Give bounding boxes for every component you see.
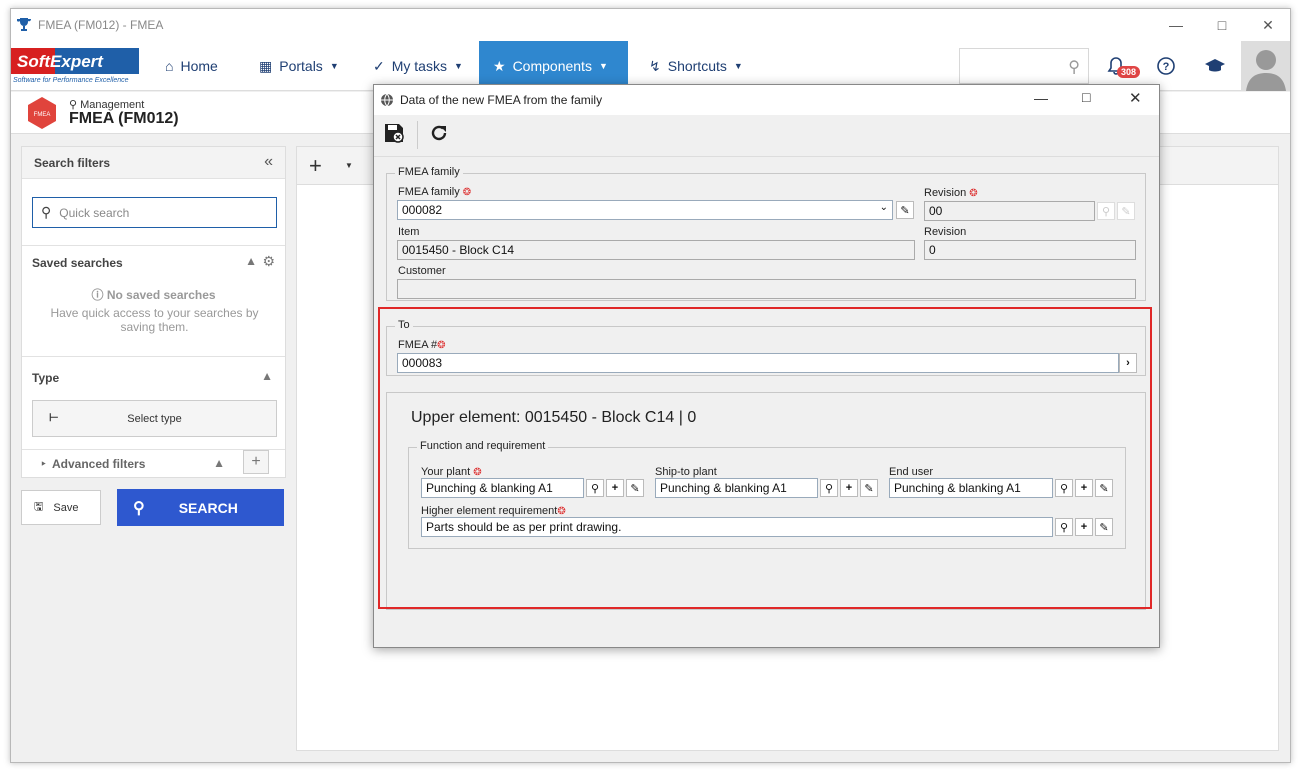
trophy-icon: ★ [493, 57, 506, 74]
save-and-close-icon[interactable] [383, 122, 405, 144]
dialog-titlebar: Data of the new FMEA from the family — □… [374, 85, 1159, 115]
info-icon: ⓘ [91, 288, 104, 302]
bolt-icon: ↯ [649, 57, 661, 74]
broom-icon[interactable]: ▲ [213, 456, 225, 470]
svg-text:FMEA: FMEA [34, 112, 51, 118]
avatar[interactable] [1241, 41, 1290, 91]
graduation-cap-icon[interactable] [1202, 53, 1228, 79]
dialog-toolbar [374, 115, 1159, 157]
chevron-down-icon: ⌄ [879, 202, 888, 213]
clear-brush-icon: ✎ [1117, 202, 1135, 220]
add-icon[interactable]: + [309, 153, 322, 179]
close-button[interactable]: ✕ [1245, 9, 1290, 41]
save-search-button[interactable]: 🖫 Save [21, 490, 101, 525]
search-icon: ⚲ [1097, 202, 1115, 220]
search-icon: ⚲ [1068, 59, 1080, 76]
item-revision-label: Revision [924, 226, 967, 238]
logo-brand-text: SoftExpert [17, 52, 104, 71]
search-filters-panel: Search filters « ⚲ Quick search Saved sea… [21, 146, 286, 478]
clear-brush-icon[interactable]: ✎ [896, 201, 914, 219]
quick-search-input[interactable]: ⚲ Quick search [32, 197, 277, 228]
window-title: FMEA (FM012) - FMEA [38, 18, 164, 32]
gear-icon[interactable]: ⚙ [262, 253, 275, 270]
nav-portals[interactable]: ▦ Portals ▼ [245, 41, 353, 91]
revision-label: Revision [924, 187, 967, 199]
item-revision-field[interactable]: 0 [924, 240, 1136, 260]
item-label: Item [398, 226, 420, 238]
advanced-filters-label: Advanced filters [52, 457, 146, 471]
grid-icon: ▦ [259, 57, 273, 74]
caret-down-icon: ▼ [733, 61, 743, 71]
app-window: FMEA (FM012) - FMEA — □ ✕ SoftExpert Sof… [10, 8, 1291, 763]
refresh-icon[interactable] [429, 123, 449, 143]
minimize-button[interactable]: — [1153, 9, 1199, 41]
caret-down-icon: ▼ [329, 61, 339, 71]
page-title: FMEA (FM012) [69, 110, 179, 127]
svg-text:?: ? [1163, 61, 1170, 73]
toolbar-divider [417, 121, 418, 149]
chevron-right-icon: ‣ [40, 457, 48, 471]
search-button[interactable]: ⚲ SEARCH [117, 489, 284, 526]
collapse-icon[interactable]: « [264, 153, 273, 171]
dialog-maximize-button[interactable]: □ [1082, 89, 1090, 105]
check-icon: ✓ [373, 57, 385, 74]
no-saved-searches-text: No saved searches [106, 288, 216, 302]
select-type-button[interactable]: ⊢ Select type [32, 400, 277, 437]
item-field[interactable]: 0015450 - Block C14 [397, 240, 915, 260]
caret-down-icon[interactable]: ▼ [345, 161, 353, 170]
add-filter-button[interactable]: + [243, 450, 269, 474]
help-icon[interactable]: ? [1153, 53, 1179, 79]
saved-searches-label: Saved searches [32, 256, 123, 270]
fmea-icon: FMEA [28, 97, 56, 129]
caret-down-icon: ▼ [598, 61, 608, 71]
logo-tagline: Software for Performance Excellence [13, 77, 129, 84]
no-saved-hint: Have quick access to your searches by sa… [50, 306, 259, 334]
maximize-button[interactable]: □ [1199, 9, 1245, 41]
nav-home[interactable]: ⌂ Home [151, 41, 232, 91]
trophy-icon [17, 18, 32, 31]
filters-title: Search filters [34, 156, 111, 170]
notifications-badge: 308 [1117, 66, 1141, 78]
saved-searches-section: Saved searches ▲ ⚙ ⓘ No saved searches H… [22, 245, 285, 357]
dialog-minimize-button[interactable]: — [1034, 90, 1048, 106]
required-icon: ❂ [462, 187, 472, 198]
broom-icon[interactable]: ▲ [261, 369, 273, 383]
filters-header: Search filters « [22, 147, 285, 179]
highlight-box [378, 307, 1152, 609]
tree-icon: ⊢ [49, 412, 59, 424]
dialog-title: Data of the new FMEA from the family [400, 93, 603, 107]
window-titlebar: FMEA (FM012) - FMEA — □ ✕ [11, 9, 1290, 41]
top-search-input[interactable]: ⚲ [959, 48, 1089, 84]
customer-label: Customer [398, 265, 446, 277]
broom-icon[interactable]: ▲ [245, 254, 257, 268]
fmea-family-fieldset: FMEA family FMEA family ❂ 000082 ⌄ ✎ Revi… [386, 166, 1146, 301]
required-icon: ❂ [969, 188, 978, 199]
customer-field[interactable] [397, 279, 1136, 299]
type-label: Type [32, 371, 60, 385]
fmea-family-select[interactable]: 000082 ⌄ [397, 200, 893, 220]
globe-icon [381, 93, 393, 107]
fmea-family-label: FMEA family [398, 186, 460, 198]
softexpert-logo: SoftExpert Software for Performance Exce… [11, 48, 139, 84]
fmea-family-legend: FMEA family [395, 166, 463, 178]
home-icon: ⌂ [165, 58, 174, 74]
search-icon: ⚲ [41, 204, 52, 220]
caret-down-icon: ▼ [453, 61, 463, 71]
advanced-filters-section[interactable]: ‣ Advanced filters ▲ + [22, 450, 285, 478]
revision-field[interactable]: 00 [924, 201, 1095, 221]
floppy-icon: 🖫 [34, 501, 44, 513]
search-icon: ⚲ [133, 499, 145, 517]
dialog-close-button[interactable]: ✕ [1129, 89, 1142, 107]
